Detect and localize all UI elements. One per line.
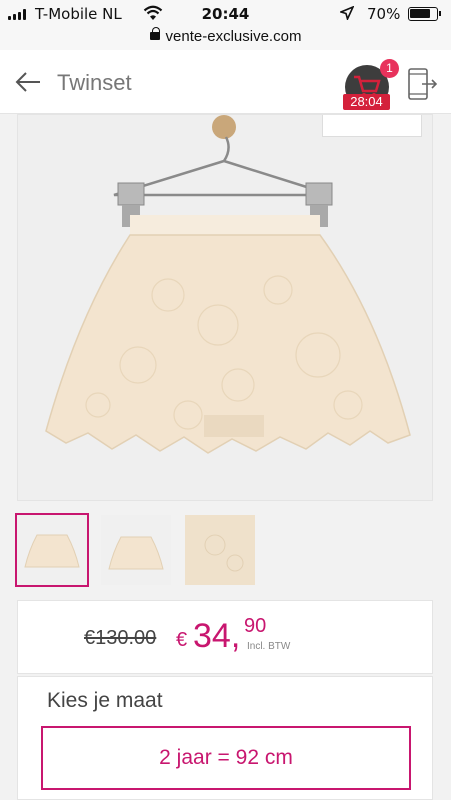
brand-tag — [322, 115, 422, 137]
price-box: €130.00 € 34, 90 Incl. BTW — [17, 600, 433, 674]
thumbnail-2-image — [108, 536, 164, 570]
url-bar[interactable]: vente-exclusive.com — [0, 27, 451, 50]
battery-icon — [408, 7, 441, 21]
cart-count-badge: 1 — [380, 59, 399, 78]
old-price: €130.00 — [84, 627, 157, 649]
size-section: Kies je maat 2 jaar = 92 cm — [17, 676, 433, 800]
thumbnail-1[interactable] — [15, 513, 89, 587]
price-currency: € — [176, 629, 188, 651]
price-vat-note: Incl. BTW — [247, 641, 291, 652]
cart-timer: 28:04 — [343, 94, 390, 110]
thumbnail-2[interactable] — [101, 515, 171, 585]
status-bar: T-Mobile NL 20:44 70% — [0, 0, 451, 28]
thumbnail-1-image — [24, 534, 80, 568]
cart-button[interactable]: 1 28:04 — [343, 59, 399, 110]
battery-percentage: 70% — [367, 5, 401, 23]
price-cents: 90 — [244, 615, 267, 637]
price-main: 34, — [193, 617, 241, 655]
skirt-illustration — [45, 115, 411, 454]
app-header: Twinset 1 28:04 — [0, 50, 451, 114]
thumbnail-strip — [15, 513, 255, 587]
size-select[interactable]: 2 jaar = 92 cm — [41, 726, 411, 790]
lock-icon — [149, 27, 160, 40]
url-text: vente-exclusive.com — [165, 28, 302, 45]
product-image[interactable] — [17, 114, 433, 501]
thumbnail-3[interactable] — [185, 515, 255, 585]
location-arrow-icon — [340, 6, 354, 20]
page-title: Twinset — [57, 70, 132, 95]
device-switch-icon[interactable] — [406, 66, 438, 102]
thumbnail-3-image — [185, 515, 255, 585]
back-arrow-icon[interactable] — [14, 70, 42, 94]
size-label: Kies je maat — [47, 689, 163, 712]
